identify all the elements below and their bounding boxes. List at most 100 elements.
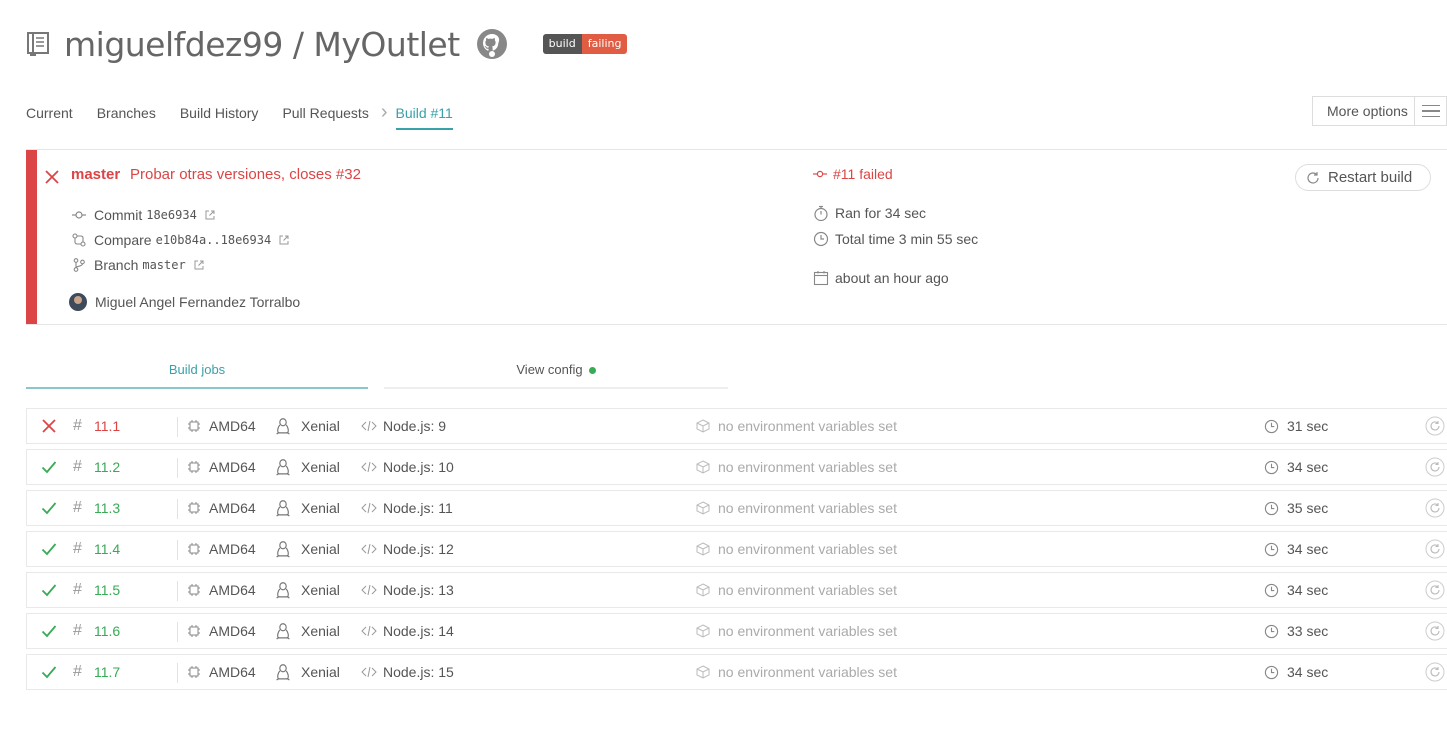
job-duration: 34 sec <box>1264 655 1328 689</box>
restart-job-icon[interactable] <box>1425 409 1445 443</box>
job-number[interactable]: 11.3 <box>94 491 120 525</box>
calendar-icon <box>813 271 829 286</box>
branch-row[interactable]: Branch master <box>72 257 204 273</box>
job-os: Xenial <box>275 491 340 525</box>
tab-build-11[interactable]: Build #11 <box>395 100 453 130</box>
job-os-label: Xenial <box>301 664 340 680</box>
hash-icon: # <box>73 622 82 639</box>
job-cpu-label: AMD64 <box>209 418 256 434</box>
restart-build-label: Restart build <box>1328 169 1413 186</box>
box-icon <box>696 460 710 474</box>
commit-row[interactable]: Commit 18e6934 <box>72 207 215 223</box>
job-number[interactable]: 11.6 <box>94 614 120 648</box>
hash-icon: # <box>73 417 82 434</box>
build-branch[interactable]: master <box>71 166 120 183</box>
job-number[interactable]: 11.5 <box>94 573 120 607</box>
job-cpu: AMD64 <box>187 450 256 484</box>
commit-icon <box>813 170 827 178</box>
job-language-label: Node.js: 10 <box>383 459 454 475</box>
github-icon[interactable] <box>476 28 508 60</box>
job-duration: 34 sec <box>1264 450 1328 484</box>
job-env: no environment variables set <box>696 532 897 566</box>
job-row[interactable]: #11.3 AMD64 Xenial Node.js: 11 no environmen… <box>26 490 1447 526</box>
build-status-text: #11 failed <box>833 166 893 182</box>
more-options-button[interactable]: More options <box>1312 96 1447 126</box>
branch-name: master <box>142 258 186 272</box>
restart-job-icon[interactable] <box>1425 491 1445 525</box>
job-number[interactable]: 11.2 <box>94 450 120 484</box>
build-jobs-label: Build jobs <box>168 362 226 377</box>
cpu-icon <box>188 625 200 637</box>
job-row[interactable]: #11.1 AMD64 Xenial Node.js: 9 no environment… <box>26 408 1447 444</box>
linux-icon <box>276 417 290 434</box>
job-language: Node.js: 10 <box>361 450 454 484</box>
job-row[interactable]: #11.7 AMD64 Xenial Node.js: 15 no environmen… <box>26 654 1447 690</box>
job-duration-label: 34 sec <box>1287 582 1329 598</box>
clock-icon <box>1264 624 1279 638</box>
tab-view-config[interactable]: View config <box>384 362 728 389</box>
job-number[interactable]: 11.7 <box>94 655 120 689</box>
tab-pull-requests[interactable]: Pull Requests <box>282 100 368 130</box>
tab-build-jobs[interactable]: Build jobs <box>26 362 368 389</box>
ran-for-text: Ran for 34 sec <box>835 205 927 221</box>
job-row[interactable]: #11.5 AMD64 Xenial Node.js: 13 no environmen… <box>26 572 1447 608</box>
cpu-icon <box>188 543 200 555</box>
box-icon <box>696 501 710 515</box>
chevron-right-icon: › <box>380 101 388 123</box>
repo-tabs: Current Branches Build History Pull Requ… <box>26 100 477 132</box>
job-row[interactable]: #11.6 AMD64 Xenial Node.js: 14 no environmen… <box>26 613 1447 649</box>
finished-text: about an hour ago <box>835 270 949 286</box>
linux-icon <box>276 581 290 598</box>
build-status: #11 failed <box>813 166 893 182</box>
repo-header: miguelfdez99 / MyOutlet build failing <box>26 24 628 64</box>
job-os: Xenial <box>275 409 340 443</box>
job-os-label: Xenial <box>301 418 340 434</box>
clock-icon <box>1264 460 1279 474</box>
job-cpu: AMD64 <box>187 491 256 525</box>
divider <box>177 663 178 683</box>
job-row[interactable]: #11.2 AMD64 Xenial Node.js: 10 no environmen… <box>26 449 1447 485</box>
clock-icon <box>1264 583 1279 597</box>
author-name: Miguel Angel Fernandez Torralbo <box>95 294 301 310</box>
failed-x-icon <box>45 170 59 184</box>
job-number[interactable]: 11.4 <box>94 532 120 566</box>
finished-at: about an hour ago <box>813 270 949 286</box>
failed-x-icon <box>41 409 57 443</box>
job-duration: 33 sec <box>1264 614 1328 648</box>
job-row[interactable]: #11.4 AMD64 Xenial Node.js: 12 no environmen… <box>26 531 1447 567</box>
passed-check-icon <box>41 655 57 689</box>
restart-job-icon[interactable] <box>1425 614 1445 648</box>
build-summary: master Probar otras versiones, closes #3… <box>26 149 1447 325</box>
compare-row[interactable]: Compare e10b84a..18e6934 <box>72 232 289 248</box>
badge-label: build <box>542 34 582 54</box>
repo-title[interactable]: miguelfdez99 / MyOutlet <box>64 25 460 64</box>
job-env: no environment variables set <box>696 450 897 484</box>
job-cpu-label: AMD64 <box>209 582 256 598</box>
job-duration-label: 31 sec <box>1287 418 1329 434</box>
job-env-label: no environment variables set <box>718 664 897 680</box>
restart-job-icon[interactable] <box>1425 532 1445 566</box>
restart-job-icon[interactable] <box>1425 450 1445 484</box>
job-os-label: Xenial <box>301 582 340 598</box>
commit-sha: 18e6934 <box>146 208 197 222</box>
box-icon <box>696 624 710 638</box>
tab-current[interactable]: Current <box>26 100 73 130</box>
hash-icon: # <box>73 663 82 680</box>
restart-job-icon[interactable] <box>1425 655 1445 689</box>
tab-branches[interactable]: Branches <box>97 100 156 130</box>
job-number[interactable]: 11.1 <box>94 409 120 443</box>
job-duration: 34 sec <box>1264 573 1328 607</box>
total-time-text: Total time 3 min 55 sec <box>835 231 979 247</box>
linux-icon <box>276 499 290 516</box>
build-status-badge[interactable]: build failing <box>542 34 628 54</box>
job-duration-label: 34 sec <box>1287 459 1329 475</box>
passed-check-icon <box>41 450 57 484</box>
restart-build-button[interactable]: Restart build <box>1295 164 1431 191</box>
restart-job-icon[interactable] <box>1425 573 1445 607</box>
compare-label: Compare <box>94 232 152 248</box>
job-env: no environment variables set <box>696 614 897 648</box>
job-cpu: AMD64 <box>187 532 256 566</box>
tab-build-history[interactable]: Build History <box>180 100 259 130</box>
job-env: no environment variables set <box>696 655 897 689</box>
job-duration-label: 34 sec <box>1287 664 1329 680</box>
